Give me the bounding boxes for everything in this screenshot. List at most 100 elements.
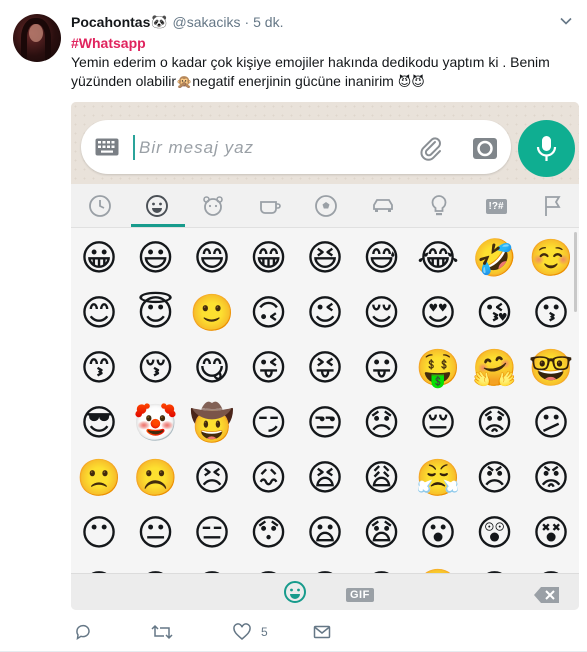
emoji-key[interactable]: 😠 bbox=[467, 450, 523, 506]
microphone-button[interactable] bbox=[518, 120, 575, 177]
emoji-key[interactable]: 😖 bbox=[241, 450, 297, 506]
smileys-icon[interactable] bbox=[145, 194, 169, 218]
emoji-key[interactable]: 😶 bbox=[71, 505, 127, 561]
chevron-down-icon[interactable] bbox=[559, 14, 573, 28]
emoji-tab-icon[interactable] bbox=[283, 580, 307, 604]
recent-icon[interactable] bbox=[88, 194, 112, 218]
emoji-key[interactable]: 😇 bbox=[128, 285, 184, 341]
emoji-key[interactable]: 🤣 bbox=[467, 230, 523, 286]
tweet-header: Pocahontas 🐼 @sakaciks · 5 dk. bbox=[71, 13, 283, 31]
emoji-key[interactable]: 😚 bbox=[128, 340, 184, 396]
emoji-key[interactable]: 😲 bbox=[467, 505, 523, 561]
emoji-key[interactable]: 😧 bbox=[354, 505, 410, 561]
camera-icon[interactable] bbox=[471, 134, 499, 162]
emoji-key[interactable]: 🤡 bbox=[128, 395, 184, 451]
emoji-key[interactable]: 🤗 bbox=[467, 340, 523, 396]
emoji-key[interactable]: 😡 bbox=[523, 450, 579, 506]
emoji-key[interactable]: 😵 bbox=[523, 505, 579, 561]
emoji-key[interactable]: 😫 bbox=[297, 450, 353, 506]
gif-button[interactable]: GIF bbox=[346, 588, 374, 602]
emoji-key[interactable]: 😒 bbox=[297, 395, 353, 451]
emoji-key[interactable]: 😱 bbox=[128, 560, 184, 574]
travel-icon[interactable] bbox=[371, 194, 395, 218]
emoji-key[interactable]: 😍 bbox=[410, 285, 466, 341]
symbols-icon[interactable]: !?# bbox=[481, 194, 511, 218]
flags-icon[interactable] bbox=[541, 194, 565, 218]
emoji-key[interactable]: 😗 bbox=[523, 285, 579, 341]
emoji-key[interactable]: 🙁 bbox=[71, 450, 127, 506]
emoji-key[interactable]: 😨 bbox=[184, 560, 240, 574]
emoji-key[interactable]: 😯 bbox=[241, 505, 297, 561]
emoji-key[interactable]: ☺️ bbox=[523, 230, 579, 286]
food-icon[interactable] bbox=[258, 194, 282, 218]
emoji-key[interactable]: 😀 bbox=[71, 230, 127, 286]
animals-icon[interactable] bbox=[201, 194, 225, 218]
emoji-key[interactable]: 😜 bbox=[241, 340, 297, 396]
emoji-key[interactable]: 🙃 bbox=[241, 285, 297, 341]
emoji-key[interactable]: 😐 bbox=[128, 505, 184, 561]
emoji-key[interactable]: 😑 bbox=[184, 505, 240, 561]
emoji-key[interactable]: 🤓 bbox=[523, 340, 579, 396]
emoji-key[interactable]: 😔 bbox=[410, 395, 466, 451]
tweet[interactable]: Pocahontas 🐼 @sakaciks · 5 dk. #Whatsapp… bbox=[0, 0, 587, 652]
text-cursor bbox=[133, 135, 135, 160]
monkey-emoji: 🙊 bbox=[176, 74, 193, 89]
emoji-key[interactable]: ☹️ bbox=[128, 450, 184, 506]
emoji-key[interactable]: 😁 bbox=[241, 230, 297, 286]
backspace-icon[interactable] bbox=[533, 586, 561, 604]
emoji-key[interactable]: 😙 bbox=[71, 340, 127, 396]
emoji-key[interactable]: 🤤 bbox=[410, 560, 466, 574]
emoji-key[interactable]: 😦 bbox=[297, 505, 353, 561]
emoji-key[interactable]: 😩 bbox=[354, 450, 410, 506]
direct-message-button[interactable] bbox=[313, 622, 331, 642]
activity-icon[interactable] bbox=[314, 194, 338, 218]
emoji-key[interactable]: 😞 bbox=[354, 395, 410, 451]
like-button[interactable]: 5 bbox=[233, 622, 268, 642]
emoji-key[interactable]: 🤑 bbox=[410, 340, 466, 396]
emoji-key[interactable]: 😆 bbox=[297, 230, 353, 286]
active-category-indicator bbox=[131, 224, 185, 227]
emoji-key[interactable]: 😣 bbox=[184, 450, 240, 506]
emoji-key[interactable]: 😥 bbox=[354, 560, 410, 574]
message-input[interactable]: Bir mesaj yaz bbox=[81, 120, 511, 174]
emoji-key[interactable]: 🤠 bbox=[184, 395, 240, 451]
emoji-key[interactable]: 😃 bbox=[128, 230, 184, 286]
keyboard-icon[interactable] bbox=[95, 138, 119, 156]
objects-icon[interactable] bbox=[427, 194, 451, 218]
emoji-key[interactable]: 😮 bbox=[410, 505, 466, 561]
tweet-actions: 5 bbox=[71, 622, 371, 642]
emoji-key[interactable]: 😟 bbox=[467, 395, 523, 451]
paperclip-icon[interactable] bbox=[417, 134, 445, 162]
emoji-key[interactable]: 😰 bbox=[241, 560, 297, 574]
retweet-button[interactable] bbox=[151, 622, 173, 642]
emoji-key[interactable]: 😓 bbox=[523, 560, 579, 574]
emoji-key[interactable]: 😂 bbox=[410, 230, 466, 286]
emoji-key[interactable]: 😕 bbox=[523, 395, 579, 451]
separator-dot: · bbox=[244, 14, 250, 30]
tweet-media-image[interactable]: Bir mesaj yaz !?# 😀 😃 😄 😁 😆 😅 😂 🤣 ☺️ 😊 😇… bbox=[71, 102, 579, 610]
emoji-key[interactable]: 😳 bbox=[71, 560, 127, 574]
emoji-key[interactable]: 😏 bbox=[241, 395, 297, 451]
emoji-key[interactable]: 🙂 bbox=[184, 285, 240, 341]
hashtag-link[interactable]: #Whatsapp bbox=[71, 34, 571, 53]
emoji-key[interactable]: 😎 bbox=[71, 395, 127, 451]
timestamp[interactable]: 5 dk. bbox=[253, 14, 283, 30]
emoji-key[interactable]: 😤 bbox=[410, 450, 466, 506]
emoji-key[interactable]: 😌 bbox=[354, 285, 410, 341]
emoji-key[interactable]: 😭 bbox=[467, 560, 523, 574]
emoji-key[interactable]: 😉 bbox=[297, 285, 353, 341]
emoji-key[interactable]: 😝 bbox=[297, 340, 353, 396]
emoji-key[interactable]: 😘 bbox=[467, 285, 523, 341]
emoji-key[interactable]: 😛 bbox=[354, 340, 410, 396]
emoji-key[interactable]: 😄 bbox=[184, 230, 240, 286]
emoji-key[interactable]: 😋 bbox=[184, 340, 240, 396]
emoji-scrollbar[interactable] bbox=[574, 232, 577, 312]
reply-button[interactable] bbox=[74, 622, 92, 642]
avatar[interactable] bbox=[13, 14, 61, 62]
user-handle[interactable]: @sakaciks bbox=[173, 14, 241, 30]
display-name[interactable]: Pocahontas bbox=[71, 14, 150, 30]
emoji-key[interactable]: 😢 bbox=[297, 560, 353, 574]
emoji-key[interactable]: 😅 bbox=[354, 230, 410, 286]
emoji-key[interactable]: 😊 bbox=[71, 285, 127, 341]
emoji-grid: 😀 😃 😄 😁 😆 😅 😂 🤣 ☺️ 😊 😇 🙂 🙃 😉 😌 😍 😘 😗 😙 😚 😋 😜 😝 😛 🤑 🤗 🤓 😎 🤡 🤠 😏 😒 😞 😔 😟 😕 🙁 ☹️… bbox=[71, 228, 579, 573]
